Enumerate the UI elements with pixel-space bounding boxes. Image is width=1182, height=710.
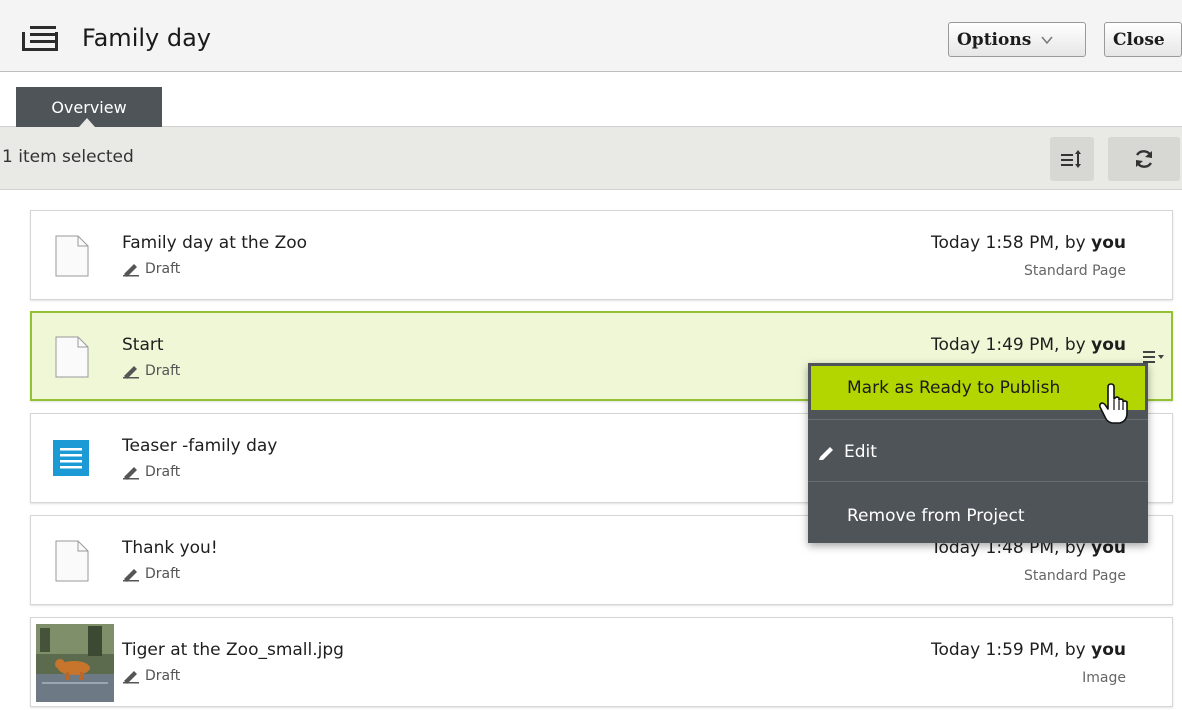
menu-item-remove[interactable]: Remove from Project xyxy=(808,494,1148,538)
image-thumbnail xyxy=(36,624,114,702)
item-name[interactable]: Start xyxy=(122,335,164,355)
item-name[interactable]: Teaser -family day xyxy=(122,436,277,456)
item-status: Draft xyxy=(122,363,180,379)
context-menu: Mark as Ready to Publish Edit Remove fro… xyxy=(808,363,1148,543)
chevron-down-icon xyxy=(1041,36,1053,44)
pencil-icon xyxy=(123,264,139,277)
item-type: Standard Page xyxy=(1023,263,1126,279)
list-item[interactable]: Family day at the Zoo Draft Today 1:58 P… xyxy=(30,210,1173,300)
item-type: Standard Page xyxy=(1023,568,1126,584)
page-icon xyxy=(55,336,89,378)
item-status: Draft xyxy=(122,464,180,480)
pencil-icon xyxy=(123,467,139,480)
item-status: Draft xyxy=(122,566,180,582)
options-button[interactable]: Options xyxy=(948,22,1086,57)
item-name[interactable]: Thank you! xyxy=(122,538,218,558)
page-icon xyxy=(55,235,89,277)
tab-bar: Overview xyxy=(0,72,1182,127)
selection-count: 1 item selected xyxy=(2,147,134,167)
close-label: Close xyxy=(1113,29,1165,50)
block-icon xyxy=(53,440,89,476)
page-title: Family day xyxy=(82,24,211,52)
item-type: Image xyxy=(1082,670,1126,686)
refresh-icon xyxy=(1135,150,1153,168)
item-modified: Today 1:49 PM, by you xyxy=(930,335,1126,355)
item-name[interactable]: Family day at the Zoo xyxy=(122,233,307,253)
pencil-icon xyxy=(819,447,833,460)
pencil-icon xyxy=(123,366,139,379)
menu-divider xyxy=(808,419,1148,420)
menu-divider xyxy=(808,481,1148,482)
item-name[interactable]: Tiger at the Zoo_small.jpg xyxy=(122,640,344,660)
title-bar: Family day Options Close xyxy=(0,0,1182,72)
selection-bar: 1 item selected xyxy=(0,127,1182,190)
pencil-icon xyxy=(123,569,139,582)
list-icon xyxy=(22,26,58,51)
refresh-button[interactable] xyxy=(1108,137,1180,181)
pencil-icon xyxy=(123,671,139,684)
menu-item-edit[interactable]: Edit xyxy=(808,430,1148,474)
options-label: Options xyxy=(957,29,1032,50)
list-item[interactable]: Tiger at the Zoo_small.jpg Draft Today 1… xyxy=(30,617,1173,707)
item-modified: Today 1:58 PM, by you xyxy=(930,233,1126,253)
item-status: Draft xyxy=(122,668,180,684)
tab-overview-label: Overview xyxy=(51,97,127,117)
item-status: Draft xyxy=(122,261,180,277)
item-modified: Today 1:59 PM, by you xyxy=(930,640,1126,660)
active-tab-indicator xyxy=(79,118,95,127)
close-button[interactable]: Close xyxy=(1104,22,1182,57)
page-icon xyxy=(55,540,89,582)
menu-item-mark-ready[interactable]: Mark as Ready to Publish xyxy=(811,366,1145,410)
hand-cursor-icon xyxy=(1098,383,1128,424)
sort-icon xyxy=(1061,150,1081,168)
sort-button[interactable] xyxy=(1050,137,1094,181)
